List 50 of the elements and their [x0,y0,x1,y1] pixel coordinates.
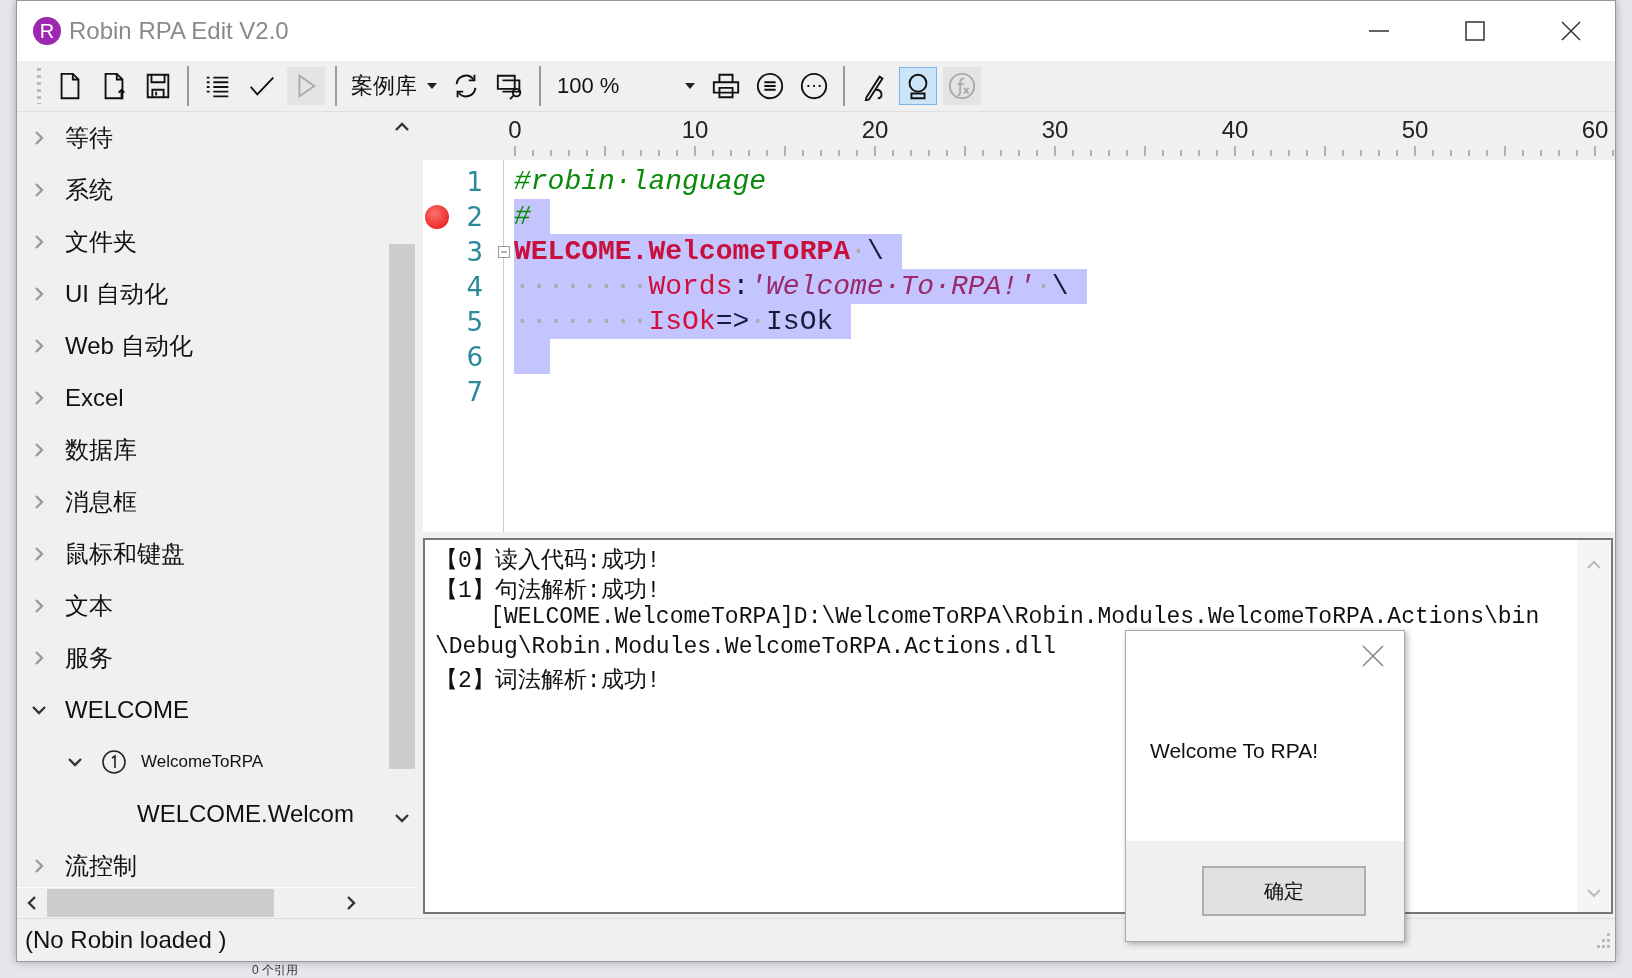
app-logo: R [33,17,61,45]
line-number: 6 [465,341,483,372]
tree-item[interactable]: UI 自动化 [65,278,168,310]
scrollbar-thumb[interactable] [389,244,415,769]
circle-dots-icon [799,71,829,101]
close-icon[interactable] [1560,20,1582,42]
line-number: 2 [465,201,483,232]
numbered-circle-icon [101,749,127,775]
tree-item[interactable]: 等待 [65,122,113,154]
dialog-message: Welcome To RPA! [1150,739,1320,763]
caret-icon [685,82,695,90]
toolbar-button[interactable] [899,67,937,105]
log-line: [WELCOME.WelcomeToRPA]D:\WelcomeToRPA\Robin.Modules.WelcomeToRPA.Actions\bin [489,604,1540,632]
log-line: 【0】读入代码:成功! [435,547,661,574]
printer-icon [711,71,741,101]
tree-item[interactable]: 服务 [65,642,113,674]
function-icon [947,71,977,101]
window-title: Robin RPA Edit V2.0 [69,17,290,45]
ok-button[interactable]: 确定 [1202,866,1366,916]
tree-item[interactable]: 系统 [65,174,113,206]
status-text: (No Robin loaded ) [25,926,227,954]
line-number: 4 [465,271,483,302]
tree-item[interactable]: 消息框 [65,486,137,518]
library-dropdown[interactable]: 案例库 [347,71,441,101]
fold-icon[interactable] [498,246,510,258]
line-number: 7 [465,376,483,407]
caret-icon [427,82,437,90]
log-line: 【1】句法解析:成功! [435,577,661,604]
tree-item[interactable]: WELCOME.Welcom [137,800,354,828]
tree-item[interactable]: WelcomeToRPA [141,752,264,772]
log-line: \Debug\Robin.Modules.WelcomeToRPA.Actions.dll [435,634,1057,662]
line-number: 5 [465,306,483,337]
tree-item[interactable]: Excel [65,384,124,412]
code-line: #robin·language [514,165,768,199]
tree-item[interactable]: 鼠标和键盘 [65,538,185,570]
tree-item[interactable]: 数据库 [65,434,137,466]
line-number: 3 [465,236,483,267]
log-line: 【2】词法解析:成功! [435,667,661,694]
tree-item[interactable]: 文本 [65,590,113,622]
tree-item[interactable]: Web 自动化 [65,330,193,362]
circle-lines-icon [755,71,785,101]
tree-item[interactable]: WELCOME [65,696,189,724]
breakpoint-icon[interactable] [425,204,449,229]
reference-count: 0 个引用 [252,961,298,978]
maximize-icon[interactable] [1464,20,1486,42]
tree-item[interactable]: 文件夹 [65,226,137,258]
line-number: 1 [465,166,483,197]
scrollbar-thumb[interactable] [47,889,274,917]
column-ruler: 0 10 20 30 40 50 60 [503,112,1615,160]
tree-item[interactable]: 流控制 [65,850,137,882]
